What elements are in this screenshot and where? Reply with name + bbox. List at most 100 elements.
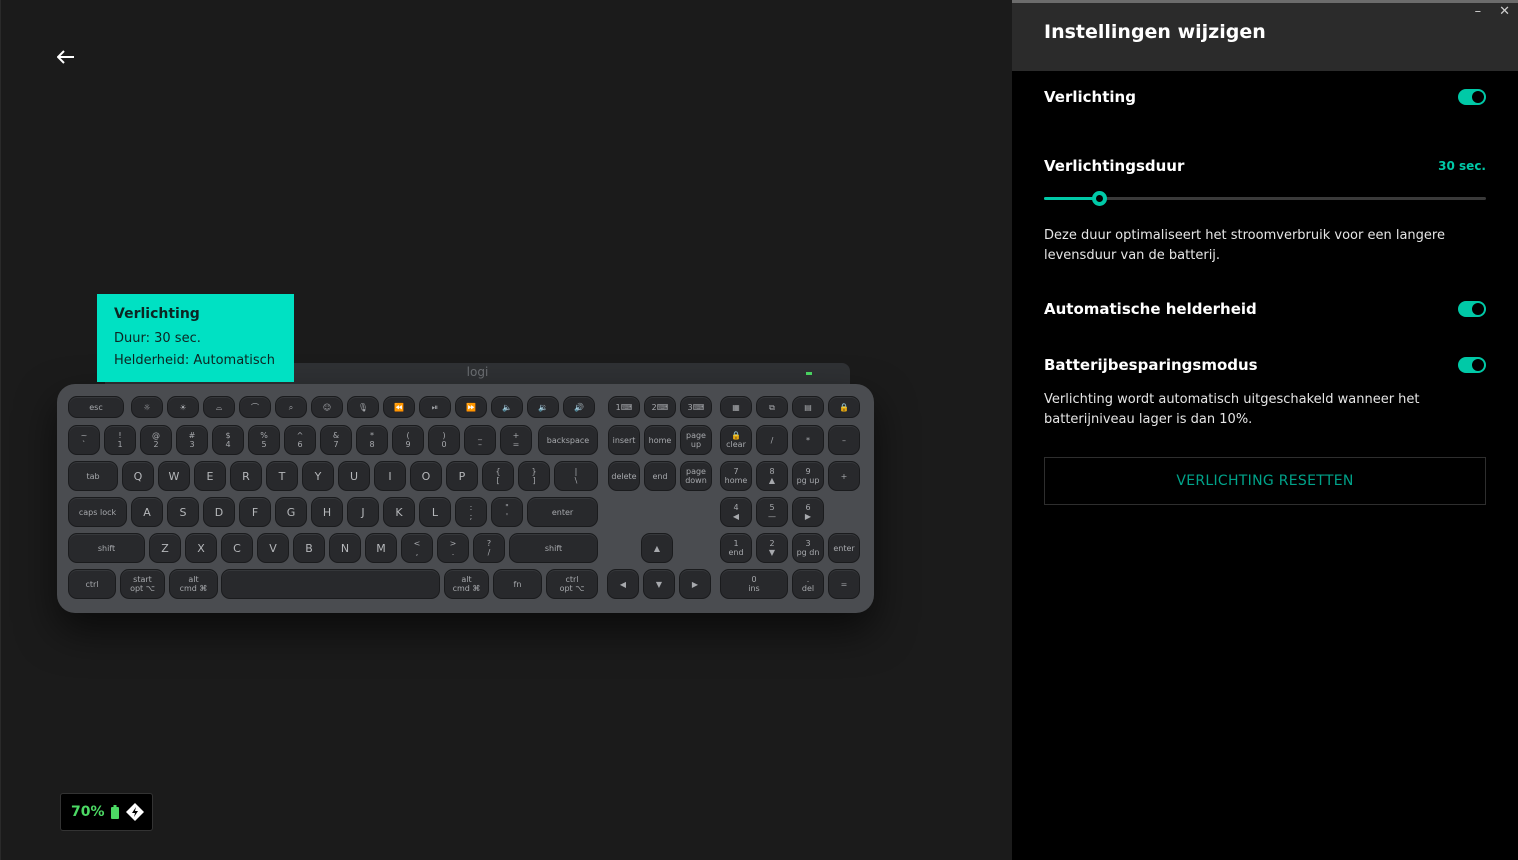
key: <, (401, 533, 433, 563)
key: 8 ▲ (756, 461, 788, 491)
key: – (828, 425, 860, 455)
lighting-toggle[interactable] (1458, 89, 1486, 105)
key: 🔒 clear (720, 425, 752, 455)
lighting-label: Verlichting (1044, 88, 1136, 106)
tooltip-brightness: Helderheid: Automatisch (114, 353, 276, 368)
key: ctrl (68, 569, 116, 599)
duration-value: 30 sec. (1438, 159, 1486, 173)
key: enter (828, 533, 860, 563)
key: E (194, 461, 226, 491)
battery-saver-toggle[interactable] (1458, 357, 1486, 373)
key: end (644, 461, 676, 491)
key: 2 ▼ (756, 533, 788, 563)
key: % 5 (248, 425, 280, 455)
key: P (446, 461, 478, 491)
key: ☀ (167, 396, 199, 418)
key: 0 ins (720, 569, 788, 599)
key: caps lock (68, 497, 127, 527)
key: ▶ (679, 569, 711, 599)
panel-header: Instellingen wijzigen – ✕ (1012, 0, 1518, 71)
auto-brightness-toggle[interactable] (1458, 301, 1486, 317)
back-button[interactable] (53, 44, 79, 70)
key: U (338, 461, 370, 491)
key: 🔉 (527, 396, 559, 418)
key: Z (149, 533, 181, 563)
key: R (230, 461, 262, 491)
status-led (806, 372, 812, 375)
key: F (239, 497, 271, 527)
key: insert (608, 425, 640, 455)
key: W (158, 461, 190, 491)
key: ▦ (720, 396, 752, 418)
key: _ – (464, 425, 496, 455)
key: ⧉ (756, 396, 788, 418)
key: ) 0 (428, 425, 460, 455)
key: ▼ (643, 569, 675, 599)
key: A (131, 497, 163, 527)
key: 4 ◀ (720, 497, 752, 527)
key: O (410, 461, 442, 491)
auto-brightness-label: Automatische helderheid (1044, 300, 1257, 318)
key: >. (437, 533, 469, 563)
key: ▤ (792, 396, 824, 418)
key: " ' (491, 497, 523, 527)
key: shift (68, 533, 145, 563)
key: @2 (140, 425, 172, 455)
key: ^ 6 (284, 425, 316, 455)
key: backspace (538, 425, 598, 455)
key: enter (527, 497, 598, 527)
battery-indicator[interactable]: 70% (60, 793, 153, 831)
keyboard-body: esc ☼ ☀ ⌓ ⌒ ⌕ ☺ 🎙 ⏪ ⏯ ⏩ 🔈 🔉 🔊 1⌨ 2⌨ 3⌨ ▦ ⧉ ▤ 🔒 ~ `! 1 @2 #3 $4% 5 ^ 6… (57, 384, 874, 613)
close-button[interactable]: ✕ (1499, 4, 1510, 19)
key: ! 1 (104, 425, 136, 455)
key: ? / (473, 533, 505, 563)
key: 1⌨ (608, 396, 640, 418)
key: L (419, 497, 451, 527)
key: * (792, 425, 824, 455)
key: page up (680, 425, 712, 455)
reset-lighting-button[interactable]: VERLICHTING RESETTEN (1044, 457, 1486, 505)
duration-slider[interactable] (1044, 191, 1486, 206)
key: C (221, 533, 253, 563)
key: page down (680, 461, 712, 491)
key: 🔈 (491, 396, 523, 418)
key: shift (509, 533, 598, 563)
key: ☼ (131, 396, 163, 418)
key: J (347, 497, 379, 527)
key: fn (493, 569, 542, 599)
key: 7 home (720, 461, 752, 491)
key: 1 end (720, 533, 752, 563)
key: }] (518, 461, 550, 491)
tooltip-title: Verlichting (114, 306, 200, 322)
key: start opt ⌥ (120, 569, 165, 599)
key: N (329, 533, 361, 563)
slider-fill (1044, 197, 1100, 200)
key: home (644, 425, 676, 455)
key: ⏪ (383, 396, 415, 418)
logi-bolt-icon (125, 803, 144, 821)
battery-saver-label: Batterijbesparingsmodus (1044, 356, 1258, 374)
key: 6 ▶ (792, 497, 824, 527)
key: #3 (176, 425, 208, 455)
key: ⌓ (203, 396, 235, 418)
key: H (311, 497, 343, 527)
key: {[ (482, 461, 514, 491)
key: . del (792, 569, 824, 599)
minimize-button[interactable]: – (1475, 4, 1482, 19)
key: V (257, 533, 289, 563)
key: 5— (756, 497, 788, 527)
key: :; (455, 497, 487, 527)
key: 🔊 (563, 396, 595, 418)
lighting-tooltip: Verlichting Duur: 30 sec. Helderheid: Au… (97, 294, 294, 382)
key: Y (302, 461, 334, 491)
key: / (756, 425, 788, 455)
arrow-left-icon (57, 50, 74, 64)
slider-thumb[interactable] (1092, 191, 1108, 206)
title-strip (1012, 0, 1518, 3)
key: 🎙 (347, 396, 379, 418)
duration-label: Verlichtingsduur (1044, 157, 1185, 175)
key: ⌒ (239, 396, 271, 418)
key: ctrl opt ⌥ (546, 569, 598, 599)
key: ☺ (311, 396, 343, 418)
key: Q (122, 461, 154, 491)
